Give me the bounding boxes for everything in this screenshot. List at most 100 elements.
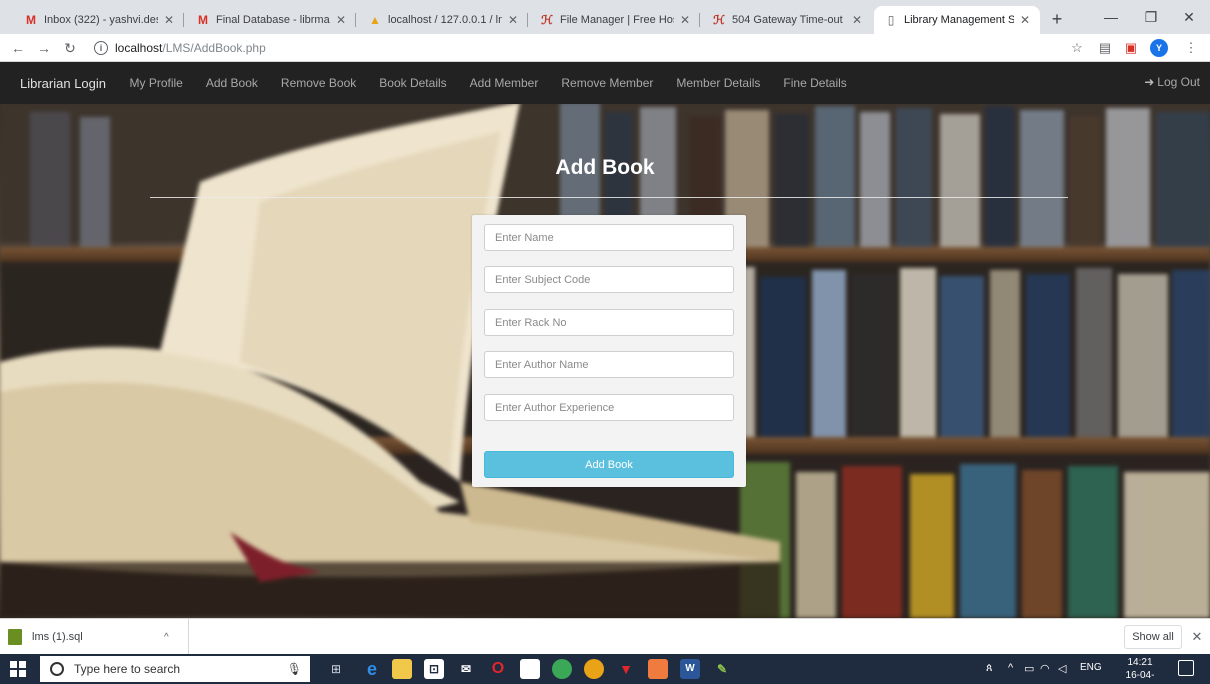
microphone-icon[interactable]: 🎙 — [287, 662, 302, 676]
tab-title: localhost / 127.0.0.1 / lms / u — [388, 14, 502, 26]
add-book-button[interactable]: Add Book — [484, 451, 734, 478]
tab-final-database[interactable]: M Final Database - librmansys@ ✕ — [186, 6, 356, 34]
profile-avatar[interactable]: Y — [1150, 39, 1168, 57]
author-experience-input[interactable] — [484, 394, 734, 421]
phpmyadmin-icon: ▲ — [369, 13, 381, 27]
notepad-icon[interactable] — [520, 659, 540, 679]
search-placeholder: Type here to search — [74, 662, 181, 676]
nav-remove-member[interactable]: Remove Member — [550, 76, 665, 90]
close-tab-icon[interactable]: ✕ — [678, 13, 692, 27]
reload-icon[interactable]: ↻ — [60, 38, 80, 58]
pocket-icon[interactable]: ▣ — [1122, 39, 1140, 57]
hostia-icon: ℋ — [713, 13, 725, 27]
tab-title: Final Database - librmansys@ — [216, 14, 330, 26]
subject-code-input[interactable] — [484, 266, 734, 293]
tab-title: File Manager | Free Hostia C — [560, 14, 674, 26]
volume-icon[interactable]: ◁ — [1058, 662, 1066, 675]
hostia-icon: ℋ — [541, 13, 553, 27]
chrome-icon[interactable] — [584, 659, 604, 679]
tab-strip: M Inbox (322) - yashvi.desai99 ✕ M Final… — [0, 0, 1210, 34]
tab-title: Library Management System — [904, 14, 1014, 26]
task-view-icon[interactable]: ⊞ — [326, 659, 346, 679]
tab-title: 504 Gateway Time-out — [732, 14, 843, 26]
gmail-icon: M — [198, 13, 208, 27]
cortana-icon — [50, 662, 64, 676]
taskbar-search[interactable]: Type here to search 🎙 — [40, 656, 310, 682]
store-icon[interactable]: ⊡ — [424, 659, 444, 679]
word-icon[interactable]: W — [680, 659, 700, 679]
nav-remove-book[interactable]: Remove Book — [269, 76, 367, 90]
download-item[interactable]: lms (1).sql ^ — [8, 625, 188, 649]
maximize-icon[interactable]: ❐ — [1134, 4, 1168, 30]
rack-no-input[interactable] — [484, 309, 734, 336]
nav-book-details[interactable]: Book Details — [368, 76, 458, 90]
page-title: Add Book — [555, 156, 655, 179]
close-tab-icon[interactable]: ✕ — [162, 13, 176, 27]
clock-time: 14:21 — [1127, 657, 1153, 668]
add-book-form: Add Book — [472, 215, 746, 487]
people-icon[interactable]: ጰ — [986, 662, 993, 675]
battery-icon[interactable]: ▭ — [1024, 662, 1034, 675]
gmail-icon: M — [26, 13, 36, 27]
close-tab-icon[interactable]: ✕ — [850, 13, 864, 27]
info-icon[interactable]: i — [94, 41, 108, 55]
logout-label: Log Out — [1157, 75, 1200, 89]
chevron-up-icon[interactable]: ^ — [164, 632, 169, 643]
site-brand[interactable]: Librarian Login — [8, 76, 118, 91]
logout-link[interactable]: ➜ Log Out — [1144, 75, 1200, 89]
book-name-input[interactable] — [484, 224, 734, 251]
download-shelf: lms (1).sql ^ Show all ✕ — [0, 618, 1210, 655]
bookmark-star-icon[interactable]: ☆ — [1068, 39, 1086, 57]
windows-taskbar: Type here to search 🎙 ⊞ e ⊡ ✉ O ▼ W ✎ ጰ … — [0, 654, 1210, 684]
tab-gateway-timeout[interactable]: ℋ 504 Gateway Time-out ✕ — [702, 6, 872, 34]
nav-fine-details[interactable]: Fine Details — [772, 76, 858, 90]
new-tab-button[interactable]: + — [1046, 8, 1068, 30]
nav-my-profile[interactable]: My Profile — [118, 76, 194, 90]
menu-dots-icon[interactable]: ⋮ — [1182, 39, 1200, 57]
browser-toolbar: ← → ↻ i localhost /LMS/AddBook.php ☆ ▤ ▣… — [0, 34, 1210, 62]
shield-icon[interactable]: ▼ — [616, 659, 636, 679]
system-clock[interactable]: 14:21 16-04-2019 — [1116, 656, 1164, 684]
back-arrow-icon[interactable]: ← — [8, 38, 28, 58]
notification-icon[interactable] — [1178, 660, 1194, 676]
close-icon[interactable]: ✕ — [1189, 625, 1205, 649]
close-tab-icon[interactable]: ✕ — [506, 13, 520, 27]
wifi-icon[interactable]: ◠ — [1040, 662, 1050, 675]
clock-date: 16-04-2019 — [1125, 670, 1155, 684]
language-indicator[interactable]: ENG — [1080, 662, 1102, 673]
app-icon[interactable] — [552, 659, 572, 679]
tab-library-management[interactable]: ▯ Library Management System ✕ — [874, 6, 1040, 34]
show-all-button[interactable]: Show all — [1124, 625, 1182, 649]
nav-member-details[interactable]: Member Details — [665, 76, 772, 90]
close-tab-icon[interactable]: ✕ — [1018, 13, 1032, 27]
sql-file-icon — [8, 629, 22, 645]
opera-icon[interactable]: O — [488, 659, 508, 679]
close-window-icon[interactable]: ✕ — [1172, 4, 1206, 30]
close-tab-icon[interactable]: ✕ — [334, 13, 348, 27]
xampp-icon[interactable] — [648, 659, 668, 679]
editor-icon[interactable]: ✎ — [712, 659, 732, 679]
page-icon: ▯ — [887, 13, 895, 27]
nav-add-book[interactable]: Add Book — [194, 76, 269, 90]
extension-icon[interactable]: ▤ — [1096, 39, 1114, 57]
log-out-icon: ➜ — [1144, 75, 1155, 89]
file-explorer-icon[interactable] — [392, 659, 412, 679]
tab-inbox[interactable]: M Inbox (322) - yashvi.desai99 ✕ — [14, 6, 184, 34]
mail-icon[interactable]: ✉ — [456, 659, 476, 679]
page-viewport: Librarian Login My Profile Add Book Remo… — [0, 62, 1210, 618]
tab-file-manager[interactable]: ℋ File Manager | Free Hostia C ✕ — [530, 6, 700, 34]
download-filename: lms (1).sql — [32, 631, 83, 643]
windows-start-icon[interactable] — [10, 661, 26, 677]
url-host: localhost — [115, 41, 163, 55]
minimize-icon[interactable]: — — [1094, 4, 1128, 30]
author-name-input[interactable] — [484, 351, 734, 378]
url-path: /LMS/AddBook.php — [162, 41, 266, 55]
chevron-up-icon[interactable]: ^ — [1008, 662, 1013, 674]
tab-title: Inbox (322) - yashvi.desai99 — [44, 14, 158, 26]
edge-icon[interactable]: e — [362, 659, 382, 679]
address-bar[interactable]: i localhost /LMS/AddBook.php — [94, 37, 1094, 59]
nav-add-member[interactable]: Add Member — [458, 76, 550, 90]
tab-phpmyadmin[interactable]: ▲ localhost / 127.0.0.1 / lms / u ✕ — [358, 6, 528, 34]
forward-arrow-icon[interactable]: → — [34, 38, 54, 58]
title-divider — [150, 197, 1068, 198]
